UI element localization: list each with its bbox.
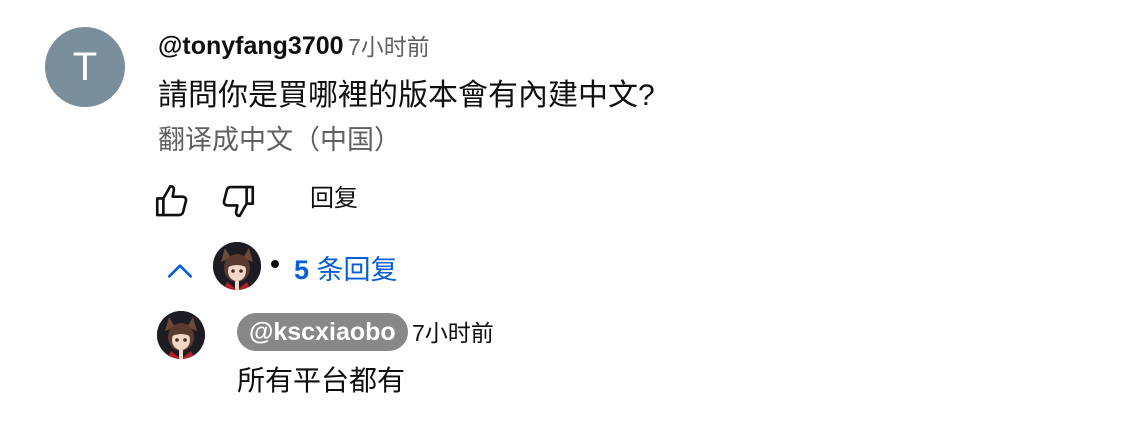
dislike-button[interactable] bbox=[216, 180, 258, 222]
creator-avatar bbox=[213, 242, 261, 290]
replies-count-link[interactable]: 5 条回复 bbox=[294, 253, 398, 287]
comment-author[interactable]: @tonyfang3700 bbox=[158, 31, 344, 61]
translate-link[interactable]: 翻译成中文（中国） bbox=[158, 124, 401, 156]
reply-button[interactable]: 回复 bbox=[310, 184, 358, 214]
thumbs-up-icon bbox=[155, 184, 188, 217]
collapse-replies-button[interactable] bbox=[164, 255, 196, 287]
thumbs-down-icon bbox=[222, 185, 255, 218]
like-button[interactable] bbox=[152, 180, 194, 222]
replies-count-number: 5 bbox=[294, 255, 310, 285]
anime-avatar-icon bbox=[213, 242, 261, 290]
comment-timestamp[interactable]: 7小时前 bbox=[348, 33, 430, 61]
commenter-avatar[interactable]: T bbox=[45, 27, 125, 107]
reply-author-avatar[interactable] bbox=[157, 311, 205, 359]
separator-dot bbox=[271, 260, 279, 268]
reply-timestamp[interactable]: 7小时前 bbox=[412, 318, 494, 348]
replies-count-label: 条回复 bbox=[316, 255, 398, 285]
reply-author-badge[interactable]: @kscxiaobo bbox=[237, 313, 408, 351]
reply-text: 所有平台都有 bbox=[237, 365, 406, 396]
comment-text: 請問你是買哪裡的版本會有內建中文? bbox=[158, 79, 655, 112]
anime-avatar-icon bbox=[157, 311, 205, 359]
chevron-up-icon bbox=[168, 264, 192, 278]
